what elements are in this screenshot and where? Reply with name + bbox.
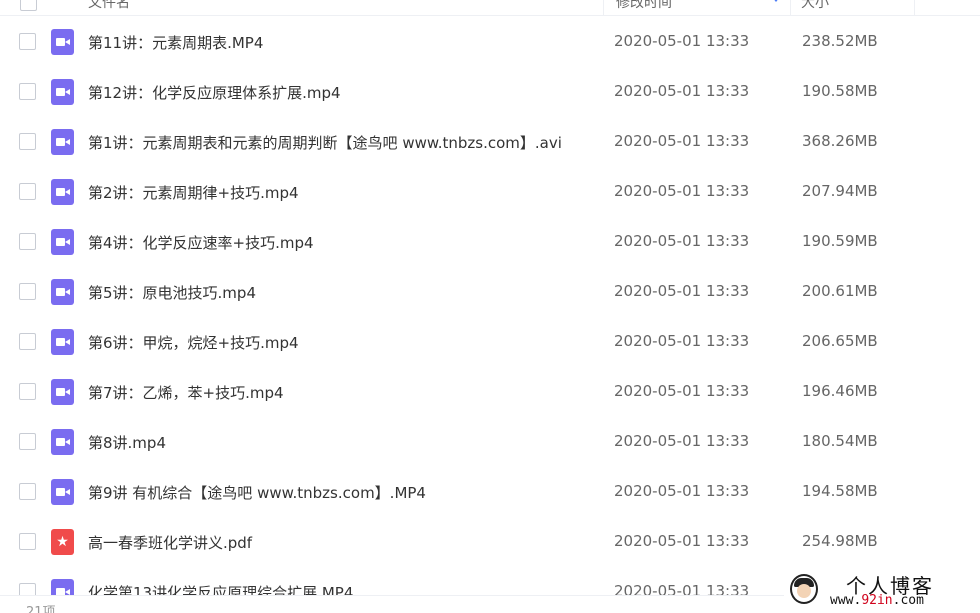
- blog-watermark: 个人博客 www.92in.com: [784, 568, 980, 613]
- file-name[interactable]: 第12讲：化学反应原理体系扩展.mp4: [88, 82, 341, 103]
- file-size: 206.65MB: [802, 332, 878, 350]
- file-time: 2020-05-01 13:33: [614, 32, 750, 50]
- file-name[interactable]: 第8讲.mp4: [88, 432, 166, 453]
- row-checkbox[interactable]: [19, 433, 36, 450]
- watermark-url: www.92in.com: [830, 593, 924, 608]
- row-checkbox[interactable]: [19, 333, 36, 350]
- file-time: 2020-05-01 13:33: [614, 382, 750, 400]
- video-file-icon: [51, 129, 74, 155]
- file-name[interactable]: 第5讲：原电池技巧.mp4: [88, 282, 256, 303]
- row-checkbox[interactable]: [19, 33, 36, 50]
- file-row[interactable]: ★ 高一春季班化学讲义.pdf 2020-05-01 13:33 254.98M…: [0, 517, 980, 567]
- file-list-header: 文件名 修改时间 大小: [0, 0, 980, 16]
- file-list: 第11讲：元素周期表.MP4 2020-05-01 13:33 238.52MB…: [0, 17, 980, 613]
- column-header-time[interactable]: 修改时间: [603, 0, 791, 16]
- watermark-url-accent: 92in: [861, 593, 893, 608]
- row-checkbox[interactable]: [19, 183, 36, 200]
- file-row[interactable]: 第9讲 有机综合【途鸟吧 www.tnbzs.com】.MP4 2020-05-…: [0, 467, 980, 517]
- column-header-size[interactable]: 大小: [801, 0, 829, 12]
- file-size: 238.52MB: [802, 32, 878, 50]
- file-time: 2020-05-01 13:33: [614, 82, 750, 100]
- file-size: 190.59MB: [802, 232, 878, 250]
- file-row[interactable]: 第4讲：化学反应速率+技巧.mp4 2020-05-01 13:33 190.5…: [0, 217, 980, 267]
- pdf-file-icon: ★: [51, 529, 74, 555]
- column-header-time-label: 修改时间: [616, 0, 672, 11]
- file-size: 190.58MB: [802, 82, 878, 100]
- video-file-icon: [51, 279, 74, 305]
- file-time: 2020-05-01 13:33: [614, 532, 750, 550]
- file-time: 2020-05-01 13:33: [614, 482, 750, 500]
- file-name[interactable]: 第9讲 有机综合【途鸟吧 www.tnbzs.com】.MP4: [88, 482, 426, 503]
- file-name[interactable]: 第2讲：元素周期律+技巧.mp4: [88, 182, 299, 203]
- sort-arrow-icon: [772, 0, 780, 2]
- row-checkbox[interactable]: [19, 383, 36, 400]
- file-name[interactable]: 第7讲：乙烯，苯+技巧.mp4: [88, 382, 284, 403]
- watermark-url-prefix: www.: [830, 593, 862, 608]
- file-time: 2020-05-01 13:33: [614, 432, 750, 450]
- video-file-icon: [51, 79, 74, 105]
- file-size: 254.98MB: [802, 532, 878, 550]
- video-file-icon: [51, 29, 74, 55]
- file-row[interactable]: 第2讲：元素周期律+技巧.mp4 2020-05-01 13:33 207.94…: [0, 167, 980, 217]
- row-checkbox[interactable]: [19, 83, 36, 100]
- file-size: 207.94MB: [802, 182, 878, 200]
- file-row[interactable]: 第12讲：化学反应原理体系扩展.mp4 2020-05-01 13:33 190…: [0, 67, 980, 117]
- row-checkbox[interactable]: [19, 533, 36, 550]
- file-row[interactable]: 第11讲：元素周期表.MP4 2020-05-01 13:33 238.52MB: [0, 17, 980, 67]
- row-checkbox[interactable]: [19, 133, 36, 150]
- file-time: 2020-05-01 13:33: [614, 282, 750, 300]
- file-size: 368.26MB: [802, 132, 878, 150]
- file-size: 200.61MB: [802, 282, 878, 300]
- file-time: 2020-05-01 13:33: [614, 132, 750, 150]
- file-size: 196.46MB: [802, 382, 878, 400]
- file-row[interactable]: 第5讲：原电池技巧.mp4 2020-05-01 13:33 200.61MB: [0, 267, 980, 317]
- video-file-icon: [51, 229, 74, 255]
- file-time: 2020-05-01 13:33: [614, 332, 750, 350]
- watermark-url-suffix: .com: [892, 593, 924, 608]
- file-name[interactable]: 第1讲：元素周期表和元素的周期判断【途鸟吧 www.tnbzs.com】.avi: [88, 132, 562, 153]
- video-file-icon: [51, 179, 74, 205]
- file-name[interactable]: 第6讲：甲烷，烷烃+技巧.mp4: [88, 332, 299, 353]
- file-size: 180.54MB: [802, 432, 878, 450]
- row-checkbox[interactable]: [19, 233, 36, 250]
- file-row[interactable]: 第8讲.mp4 2020-05-01 13:33 180.54MB: [0, 417, 980, 467]
- file-row[interactable]: 第1讲：元素周期表和元素的周期判断【途鸟吧 www.tnbzs.com】.avi…: [0, 117, 980, 167]
- file-name[interactable]: 第11讲：元素周期表.MP4: [88, 32, 263, 53]
- video-file-icon: [51, 429, 74, 455]
- select-all-checkbox[interactable]: [20, 0, 37, 11]
- item-count: 21项: [26, 605, 56, 613]
- column-header-spacer: [914, 0, 980, 16]
- file-size: 194.58MB: [802, 482, 878, 500]
- video-file-icon: [51, 379, 74, 405]
- video-file-icon: [51, 329, 74, 355]
- column-header-name[interactable]: 文件名: [88, 0, 130, 12]
- file-name[interactable]: 第4讲：化学反应速率+技巧.mp4: [88, 232, 314, 253]
- file-time: 2020-05-01 13:33: [614, 182, 750, 200]
- file-time: 2020-05-01 13:33: [614, 232, 750, 250]
- avatar-icon: [790, 574, 818, 604]
- row-checkbox[interactable]: [19, 283, 36, 300]
- row-checkbox[interactable]: [19, 483, 36, 500]
- file-row[interactable]: 第6讲：甲烷，烷烃+技巧.mp4 2020-05-01 13:33 206.65…: [0, 317, 980, 367]
- file-row[interactable]: 第7讲：乙烯，苯+技巧.mp4 2020-05-01 13:33 196.46M…: [0, 367, 980, 417]
- video-file-icon: [51, 479, 74, 505]
- file-name[interactable]: 高一春季班化学讲义.pdf: [88, 532, 252, 553]
